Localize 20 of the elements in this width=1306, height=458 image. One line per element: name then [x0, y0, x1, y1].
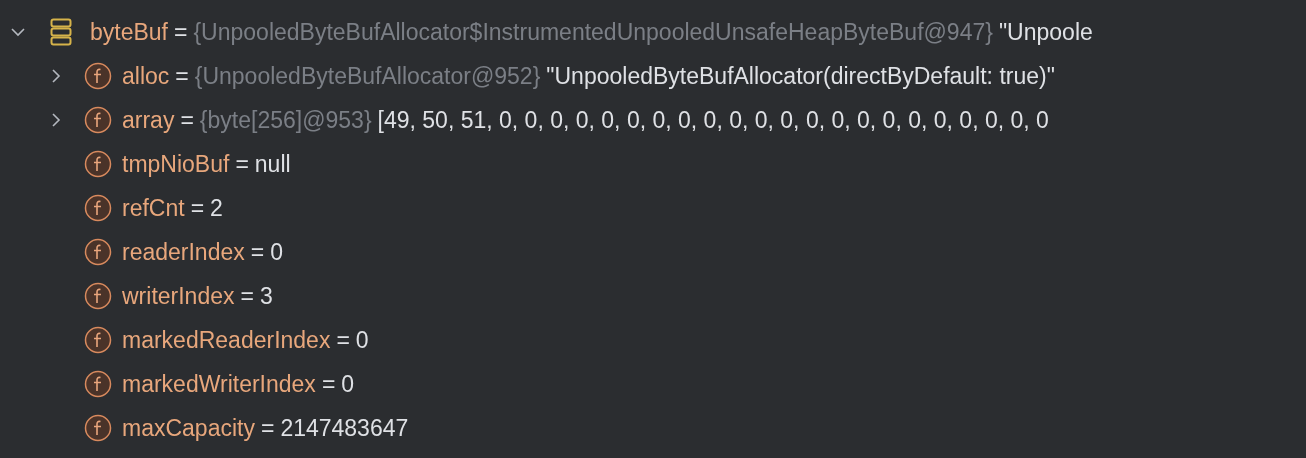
field-entry: maxCapacity = 2147483647	[122, 414, 409, 442]
variable-entry: byteBuf = {UnpooledByteBufAllocator$InstrumentedUnpooledUnsafeHeapByteBuf@947} "Unpoole	[90, 18, 1093, 46]
field-icon	[84, 194, 112, 222]
field-icon	[84, 326, 112, 354]
field-icon	[84, 414, 112, 442]
field-icon	[84, 62, 112, 90]
field-entry: tmpNioBuf = null	[122, 150, 291, 178]
field-icon	[84, 106, 112, 134]
stack-icon	[50, 18, 72, 46]
field-entry: markedReaderIndex = 0	[122, 326, 369, 354]
field-entry: array = {byte[256]@953} [49, 50, 51, 0, 0, 0, 0, 0, 0, 0, 0, 0, 0, 0, 0, 0, 0, 0, 0, 0, 0, 0, 0, 0, 0	[122, 106, 1049, 134]
field-entry: writerIndex = 3	[122, 282, 273, 310]
field-icon	[84, 282, 112, 310]
field-icon	[84, 238, 112, 266]
field-entry: refCnt = 2	[122, 194, 223, 222]
field-icon	[84, 150, 112, 178]
field-icon	[84, 370, 112, 398]
field-entry: markedWriterIndex = 0	[122, 370, 355, 398]
field-entry: readerIndex = 0	[122, 238, 283, 266]
field-entry: alloc = {UnpooledByteBufAllocator@952} "UnpooledByteBufAllocator(directByDefault: true)"	[122, 62, 1055, 90]
